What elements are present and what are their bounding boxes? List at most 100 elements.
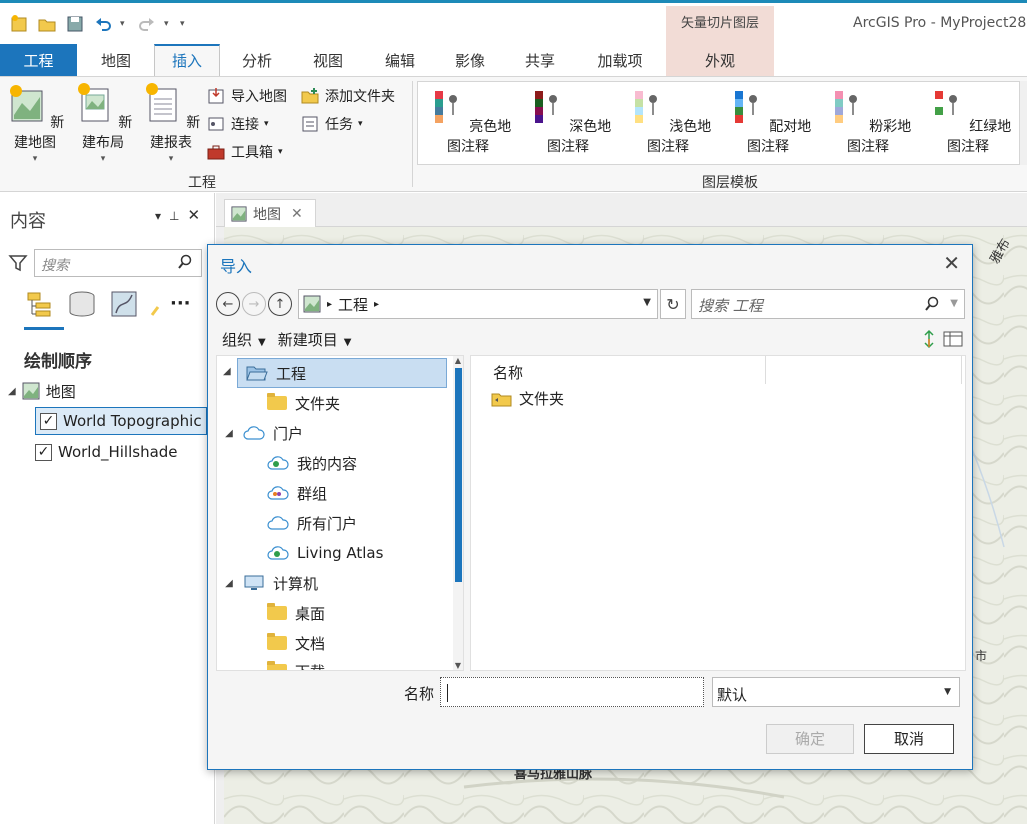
forward-button[interactable]: → — [242, 292, 266, 316]
new-project-icon[interactable] — [8, 13, 30, 35]
collapse-arrow-icon[interactable]: ◢ — [8, 386, 16, 397]
map-node[interactable]: ◢ 地图 — [8, 378, 76, 404]
tree-item-my-content[interactable]: 我的内容 — [267, 448, 357, 478]
template-red-green[interactable]: 红绿地图注释 — [920, 85, 1016, 156]
new-item-menu[interactable]: 新建项目 ▼ — [278, 329, 352, 350]
tab-analysis[interactable]: 分析 — [224, 44, 290, 76]
new-report-button[interactable]: 新建报表 ▾ — [138, 83, 204, 164]
filter-icon[interactable] — [8, 253, 28, 273]
connections-button[interactable]: 连接 ▾ — [206, 113, 269, 135]
layer-world-hillshade[interactable]: ✓ World_Hillshade — [35, 439, 178, 465]
path-separator-icon: ▸ — [374, 298, 380, 310]
tree-item-all-portal[interactable]: 所有门户 — [267, 508, 357, 538]
tree-item-living-atlas[interactable]: Living Atlas — [267, 538, 383, 568]
tree-item-desktop[interactable]: 桌面 — [267, 598, 325, 628]
close-icon[interactable]: ✕ — [187, 206, 200, 224]
item-type-select[interactable]: 默认 ▼ — [712, 677, 960, 707]
import-map-button[interactable]: 导入地图 — [206, 85, 287, 107]
tree-item-project[interactable]: 工程 — [237, 358, 447, 388]
tree-item-computer[interactable]: ◢ 计算机 — [223, 568, 318, 598]
ok-button[interactable]: 确定 — [766, 724, 854, 754]
folder-icon — [491, 393, 512, 406]
dialog-search-input[interactable]: 搜索 工程 ▼ — [691, 289, 965, 319]
contents-search-input[interactable]: 搜索 — [34, 249, 202, 277]
organize-menu[interactable]: 组织 ▼ — [222, 329, 266, 350]
close-icon[interactable]: ✕ — [943, 251, 960, 275]
tree-item-folders[interactable]: 文件夹 — [267, 388, 340, 418]
tab-addins[interactable]: 加载项 — [578, 44, 662, 76]
pane-menu-icon[interactable]: ▾ — [155, 209, 161, 224]
layer-world-topographic[interactable]: ✓ World Topographic — [35, 407, 207, 435]
list-by-drawing-order-icon[interactable] — [24, 289, 56, 319]
tab-appearance[interactable]: 外观 — [666, 44, 774, 76]
scroll-up-icon[interactable]: ▲ — [453, 356, 463, 365]
redo-dropdown-icon[interactable]: ▾ — [164, 19, 174, 29]
new-layout-button[interactable]: 新建布局 ▾ — [70, 83, 136, 164]
cancel-button[interactable]: 取消 — [864, 724, 954, 754]
tab-map[interactable]: 地图 — [82, 44, 150, 76]
customize-qat-icon[interactable]: ▾ — [180, 19, 190, 29]
column-divider[interactable] — [961, 356, 962, 384]
up-button[interactable]: ↑ — [268, 292, 292, 316]
undo-icon[interactable] — [92, 13, 114, 35]
tree-item-groups[interactable]: 群组 — [267, 478, 327, 508]
tab-insert[interactable]: 插入 — [154, 44, 220, 76]
column-header-name[interactable]: 名称 — [493, 362, 523, 383]
layer-visibility-checkbox[interactable]: ✓ — [40, 412, 57, 430]
collapse-arrow-icon[interactable]: ◢ — [223, 428, 235, 439]
new-item-label: 新建项目 — [277, 331, 338, 349]
cloud-icon — [267, 516, 289, 530]
tab-imagery[interactable]: 影像 — [436, 44, 504, 76]
tab-view[interactable]: 视图 — [294, 44, 362, 76]
title-bar: ▾ ▾ ▾ 矢量切片图层 ArcGIS Pro - MyProject28 — [0, 0, 1027, 47]
list-by-selection-icon[interactable] — [108, 289, 140, 319]
list-by-data-source-icon[interactable] — [66, 289, 98, 319]
more-options-icon[interactable]: ··· — [170, 289, 191, 319]
map-view-tab[interactable]: 地图 ✕ — [224, 199, 316, 227]
scrollbar-thumb[interactable] — [455, 368, 462, 582]
import-map-label: 导入地图 — [231, 89, 287, 105]
toolbox-button[interactable]: 工具箱 ▾ — [206, 141, 283, 163]
name-input[interactable] — [440, 677, 704, 707]
list-item-folders[interactable]: 文件夹 — [491, 388, 564, 409]
path-segment[interactable]: 工程 — [338, 294, 368, 315]
save-project-icon[interactable] — [64, 13, 86, 35]
sort-icon[interactable] — [922, 329, 936, 349]
tab-project[interactable]: 工程 — [0, 44, 77, 76]
collapse-arrow-icon[interactable]: ◢ — [223, 578, 235, 589]
my-content-icon — [267, 456, 289, 470]
template-bright[interactable]: 亮色地图注释 — [420, 85, 516, 156]
tree-item-documents[interactable]: 文档 — [267, 628, 325, 658]
scroll-down-icon[interactable]: ▼ — [453, 661, 463, 670]
collapse-arrow-icon[interactable]: ◢ — [223, 366, 231, 377]
tree-item-portal[interactable]: ◢ 门户 — [223, 418, 303, 448]
tree-item-downloads[interactable]: 下载 — [267, 656, 325, 670]
undo-dropdown-icon[interactable]: ▾ — [120, 19, 130, 29]
column-divider[interactable] — [765, 356, 766, 384]
gallery-scrollbar[interactable] — [1019, 81, 1027, 165]
details-view-icon[interactable] — [942, 329, 964, 349]
location-path[interactable]: ▸ 工程 ▸ ▼ — [298, 289, 658, 319]
pencil-icon[interactable] — [150, 289, 160, 319]
template-pastel[interactable]: 粉彩地图注释 — [820, 85, 916, 156]
chevron-down-icon[interactable]: ▼ — [643, 297, 651, 308]
tree-scrollbar[interactable]: ▲ ▼ — [453, 356, 463, 670]
back-button[interactable]: ← — [216, 292, 240, 316]
close-icon[interactable]: ✕ — [291, 206, 303, 222]
folder-icon — [267, 603, 287, 620]
chevron-down-icon: ▼ — [258, 337, 266, 348]
layer-visibility-checkbox[interactable]: ✓ — [35, 443, 52, 461]
pin-icon[interactable]: ⊥ — [169, 209, 179, 224]
redo-icon[interactable] — [136, 13, 158, 35]
template-dark[interactable]: 深色地图注释 — [520, 85, 616, 156]
chevron-down-icon[interactable]: ▼ — [950, 298, 958, 309]
new-map-button[interactable]: 新建地图 ▾ — [2, 83, 68, 164]
tab-share[interactable]: 共享 — [506, 44, 574, 76]
tab-edit[interactable]: 编辑 — [366, 44, 434, 76]
template-light[interactable]: 浅色地图注释 — [620, 85, 716, 156]
template-paired[interactable]: 配对地图注释 — [720, 85, 816, 156]
tasks-button[interactable]: 任务 ▾ — [300, 113, 363, 135]
add-folder-button[interactable]: 添加文件夹 — [300, 85, 395, 107]
refresh-button[interactable]: ↻ — [660, 289, 686, 319]
open-project-icon[interactable] — [36, 13, 58, 35]
